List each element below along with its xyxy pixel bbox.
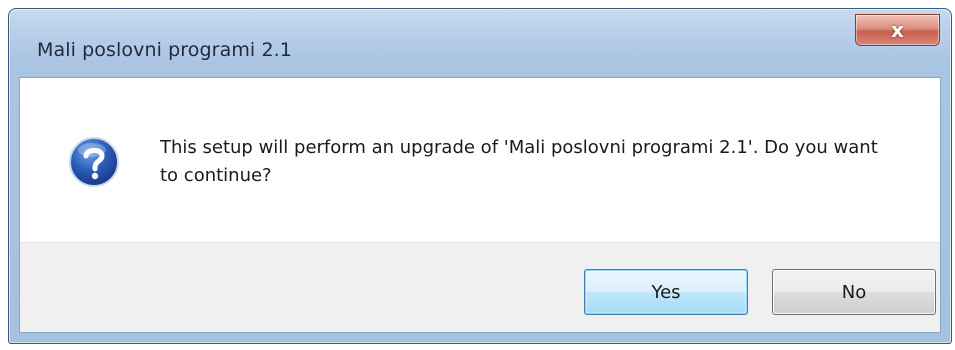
message-area: This setup will perform an upgrade of 'M… xyxy=(20,78,940,242)
button-strip: Yes No xyxy=(20,242,940,332)
no-button[interactable]: No xyxy=(772,269,936,315)
title-bar[interactable]: Mali poslovni programi 2.1 x xyxy=(9,9,951,77)
dialog-client-area: This setup will perform an upgrade of 'M… xyxy=(19,77,941,333)
message-text: This setup will perform an upgrade of 'M… xyxy=(160,137,878,186)
close-button[interactable]: x xyxy=(855,14,940,46)
yes-button[interactable]: Yes xyxy=(584,269,748,315)
question-icon xyxy=(69,137,119,187)
close-icon: x xyxy=(891,18,904,42)
window-title: Mali poslovni programi 2.1 xyxy=(37,39,292,61)
dialog-window: Mali poslovni programi 2.1 x This setup … xyxy=(8,8,952,344)
